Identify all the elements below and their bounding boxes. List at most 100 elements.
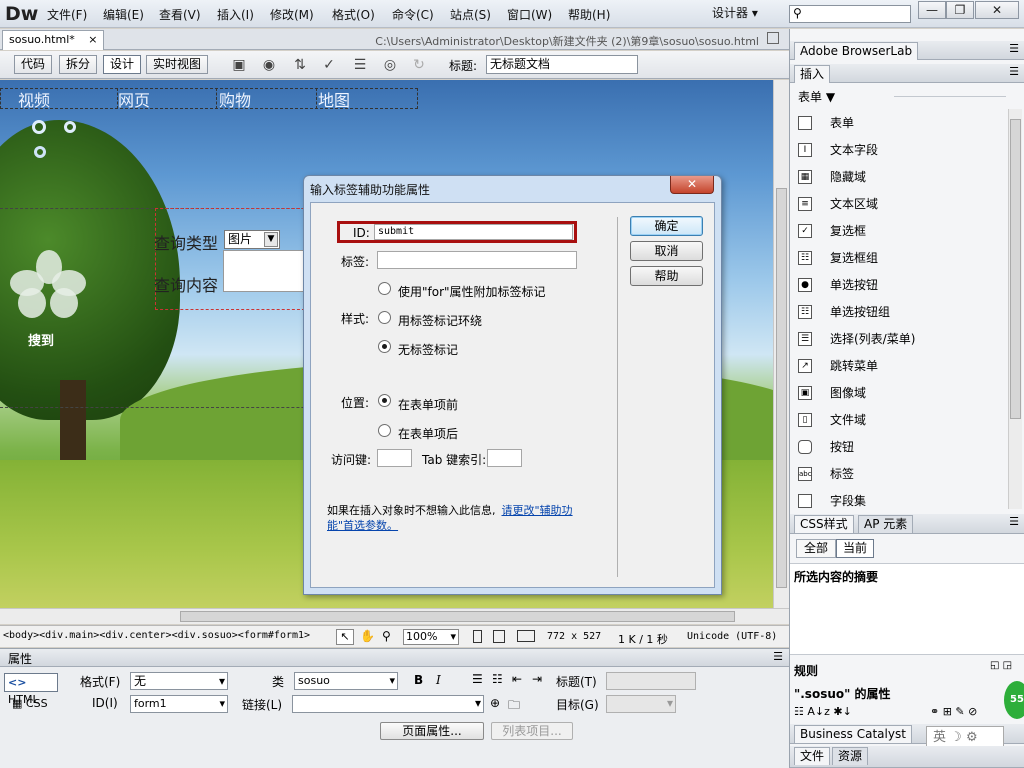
menu-format[interactable]: 格式(O)	[332, 6, 375, 23]
ap-elements-tab[interactable]: AP 元素	[858, 515, 914, 533]
menu-help[interactable]: 帮助(H)	[568, 6, 610, 23]
insert-form-item[interactable]: 表单	[798, 112, 1008, 134]
html-props-tab[interactable]: <> HTML	[4, 673, 58, 706]
format-select[interactable]: 无 ▾	[130, 672, 228, 690]
ordered-list-icon[interactable]: ☷	[492, 672, 503, 686]
menu-modify[interactable]: 修改(M)	[270, 6, 314, 23]
css-props-tab[interactable]: ▦ CSS	[4, 695, 58, 714]
menu-command[interactable]: 命令(C)	[392, 6, 434, 23]
menu-window[interactable]: 窗口(W)	[507, 6, 552, 23]
id-select[interactable]: form1 ▾	[130, 695, 228, 713]
scroll-thumb[interactable]	[776, 188, 787, 588]
notification-badge[interactable]: 55	[1004, 681, 1024, 719]
nav-link-shopping[interactable]: 购物	[219, 87, 251, 111]
refresh-icon[interactable]: ↻	[408, 56, 430, 74]
query-content-textarea[interactable]	[223, 250, 308, 292]
browserlab-tab[interactable]: Adobe BrowserLab	[794, 42, 919, 60]
insert-tab[interactable]: 插入	[794, 65, 831, 83]
scroll-thumb[interactable]	[1010, 119, 1021, 419]
insert-button-item[interactable]: 按钮	[798, 436, 1008, 458]
document-tab[interactable]: sosuo.html* ×	[2, 30, 105, 50]
help-button[interactable]: 帮助	[630, 266, 703, 286]
cancel-button[interactable]: 取消	[630, 241, 703, 261]
insert-text-field-item[interactable]: I 文本字段	[798, 139, 1008, 161]
dialog-close-button[interactable]: ✕	[670, 176, 714, 194]
insert-fieldset-item[interactable]: 字段集	[798, 490, 1008, 512]
desktop-size-icon[interactable]	[517, 630, 535, 642]
title-field-input[interactable]	[606, 672, 696, 690]
ok-button[interactable]: 确定	[630, 216, 703, 236]
menu-insert[interactable]: 插入(I)	[217, 6, 254, 23]
css-view-toggle-icons[interactable]: ☷ A↓z ✱↓	[794, 705, 852, 718]
scroll-thumb[interactable]	[180, 611, 735, 622]
insert-image-field-item[interactable]: ▣ 图像域	[798, 382, 1008, 404]
panel-menu-icon[interactable]: ☰	[773, 650, 783, 663]
position-radio-before[interactable]	[378, 394, 391, 407]
minimize-button[interactable]: —	[918, 1, 946, 19]
insert-label-item[interactable]: abc 标签	[798, 463, 1008, 485]
hand-tool-icon[interactable]: ✋	[360, 629, 375, 643]
document-title-input[interactable]: 无标题文档	[486, 55, 638, 74]
panel-icons[interactable]: ◱ ◲	[990, 660, 1012, 671]
tag-selector[interactable]: <body><div.main><div.center><div.sosuo><…	[3, 630, 310, 641]
tablet-size-icon[interactable]	[493, 630, 505, 643]
w3c-validation-icon[interactable]: ✓	[318, 56, 340, 74]
canvas-vertical-scrollbar[interactable]	[773, 80, 789, 608]
assets-tab[interactable]: 资源	[832, 747, 869, 765]
tab-close-icon[interactable]: ×	[88, 33, 97, 46]
panel-menu-icon[interactable]: ☰	[1009, 65, 1019, 78]
point-to-file-icon[interactable]: ⊕	[490, 696, 500, 710]
window-size[interactable]: 772 x 527	[547, 631, 601, 642]
menu-file[interactable]: 文件(F)	[47, 6, 87, 23]
browse-folder-icon[interactable]: 🗀	[508, 696, 520, 717]
insert-radio-item[interactable]: ● 单选按钮	[798, 274, 1008, 296]
insert-textarea-item[interactable]: ≡ 文本区域	[798, 193, 1008, 215]
bold-button[interactable]: B	[414, 673, 423, 687]
visual-aids-icon[interactable]: ◎	[379, 56, 401, 74]
mobile-size-icon[interactable]	[473, 630, 482, 643]
file-management-icon[interactable]: ⇅	[289, 56, 311, 74]
class-select[interactable]: sosuo ▾	[294, 672, 398, 690]
label-input[interactable]	[377, 251, 577, 269]
insert-checkbox-item[interactable]: ✓ 复选框	[798, 220, 1008, 242]
pointer-tool-icon[interactable]: ↖	[336, 629, 354, 645]
panel-menu-icon[interactable]: ☰	[1009, 42, 1019, 55]
insert-jump-menu-item[interactable]: ↗ 跳转菜单	[798, 355, 1008, 377]
css-all-button[interactable]: 全部	[796, 539, 836, 558]
list-items-button[interactable]: 列表项目...	[491, 722, 573, 740]
insert-panel-scrollbar[interactable]	[1008, 109, 1022, 509]
close-window-button[interactable]: ✕	[975, 1, 1019, 19]
insert-hidden-field-item[interactable]: ▦ 隐藏域	[798, 166, 1008, 188]
tab-index-input[interactable]	[487, 449, 522, 467]
menu-edit[interactable]: 编辑(E)	[103, 6, 144, 23]
nav-link-web[interactable]: 网页	[118, 87, 150, 111]
live-view-button[interactable]: 实时视图	[146, 55, 209, 74]
menu-site[interactable]: 站点(S)	[450, 6, 491, 23]
css-action-icons[interactable]: ⚭ ⊞ ✎ ⊘	[930, 705, 977, 718]
nav-link-video[interactable]: 视频	[18, 87, 50, 111]
zoom-tool-icon[interactable]: ⚲	[382, 629, 391, 643]
insert-checkbox-group-item[interactable]: ☷ 复选框组	[798, 247, 1008, 269]
page-properties-button[interactable]: 页面属性...	[380, 722, 484, 740]
italic-button[interactable]: I	[436, 673, 441, 687]
position-radio-after[interactable]	[378, 424, 391, 437]
target-select[interactable]: ▾	[606, 695, 676, 713]
panel-menu-icon[interactable]: ☰	[1009, 515, 1019, 528]
insert-radio-group-item[interactable]: ☷ 单选按钮组	[798, 301, 1008, 323]
menu-view[interactable]: 查看(V)	[159, 6, 201, 23]
insert-file-field-item[interactable]: ▯ 文件域	[798, 409, 1008, 431]
split-view-button[interactable]: 拆分	[59, 55, 98, 74]
business-catalyst-tab[interactable]: Business Catalyst	[794, 725, 912, 743]
restore-doc-icon[interactable]	[767, 32, 779, 44]
files-tab[interactable]: 文件	[794, 747, 831, 765]
preview-browser-icon[interactable]: ◉	[258, 56, 280, 74]
nav-link-map[interactable]: 地图	[318, 87, 350, 111]
style-radio-wrap[interactable]	[378, 311, 391, 324]
style-radio-none[interactable]	[378, 340, 391, 353]
help-search-input[interactable]: ⚲	[789, 5, 911, 23]
check-compat-icon[interactable]: ☰	[349, 56, 371, 74]
access-key-input[interactable]	[377, 449, 412, 467]
design-view-button[interactable]: 设计	[103, 55, 142, 74]
restore-button[interactable]: ❐	[946, 1, 974, 19]
zoom-select[interactable]: 100% ▾	[403, 629, 459, 645]
